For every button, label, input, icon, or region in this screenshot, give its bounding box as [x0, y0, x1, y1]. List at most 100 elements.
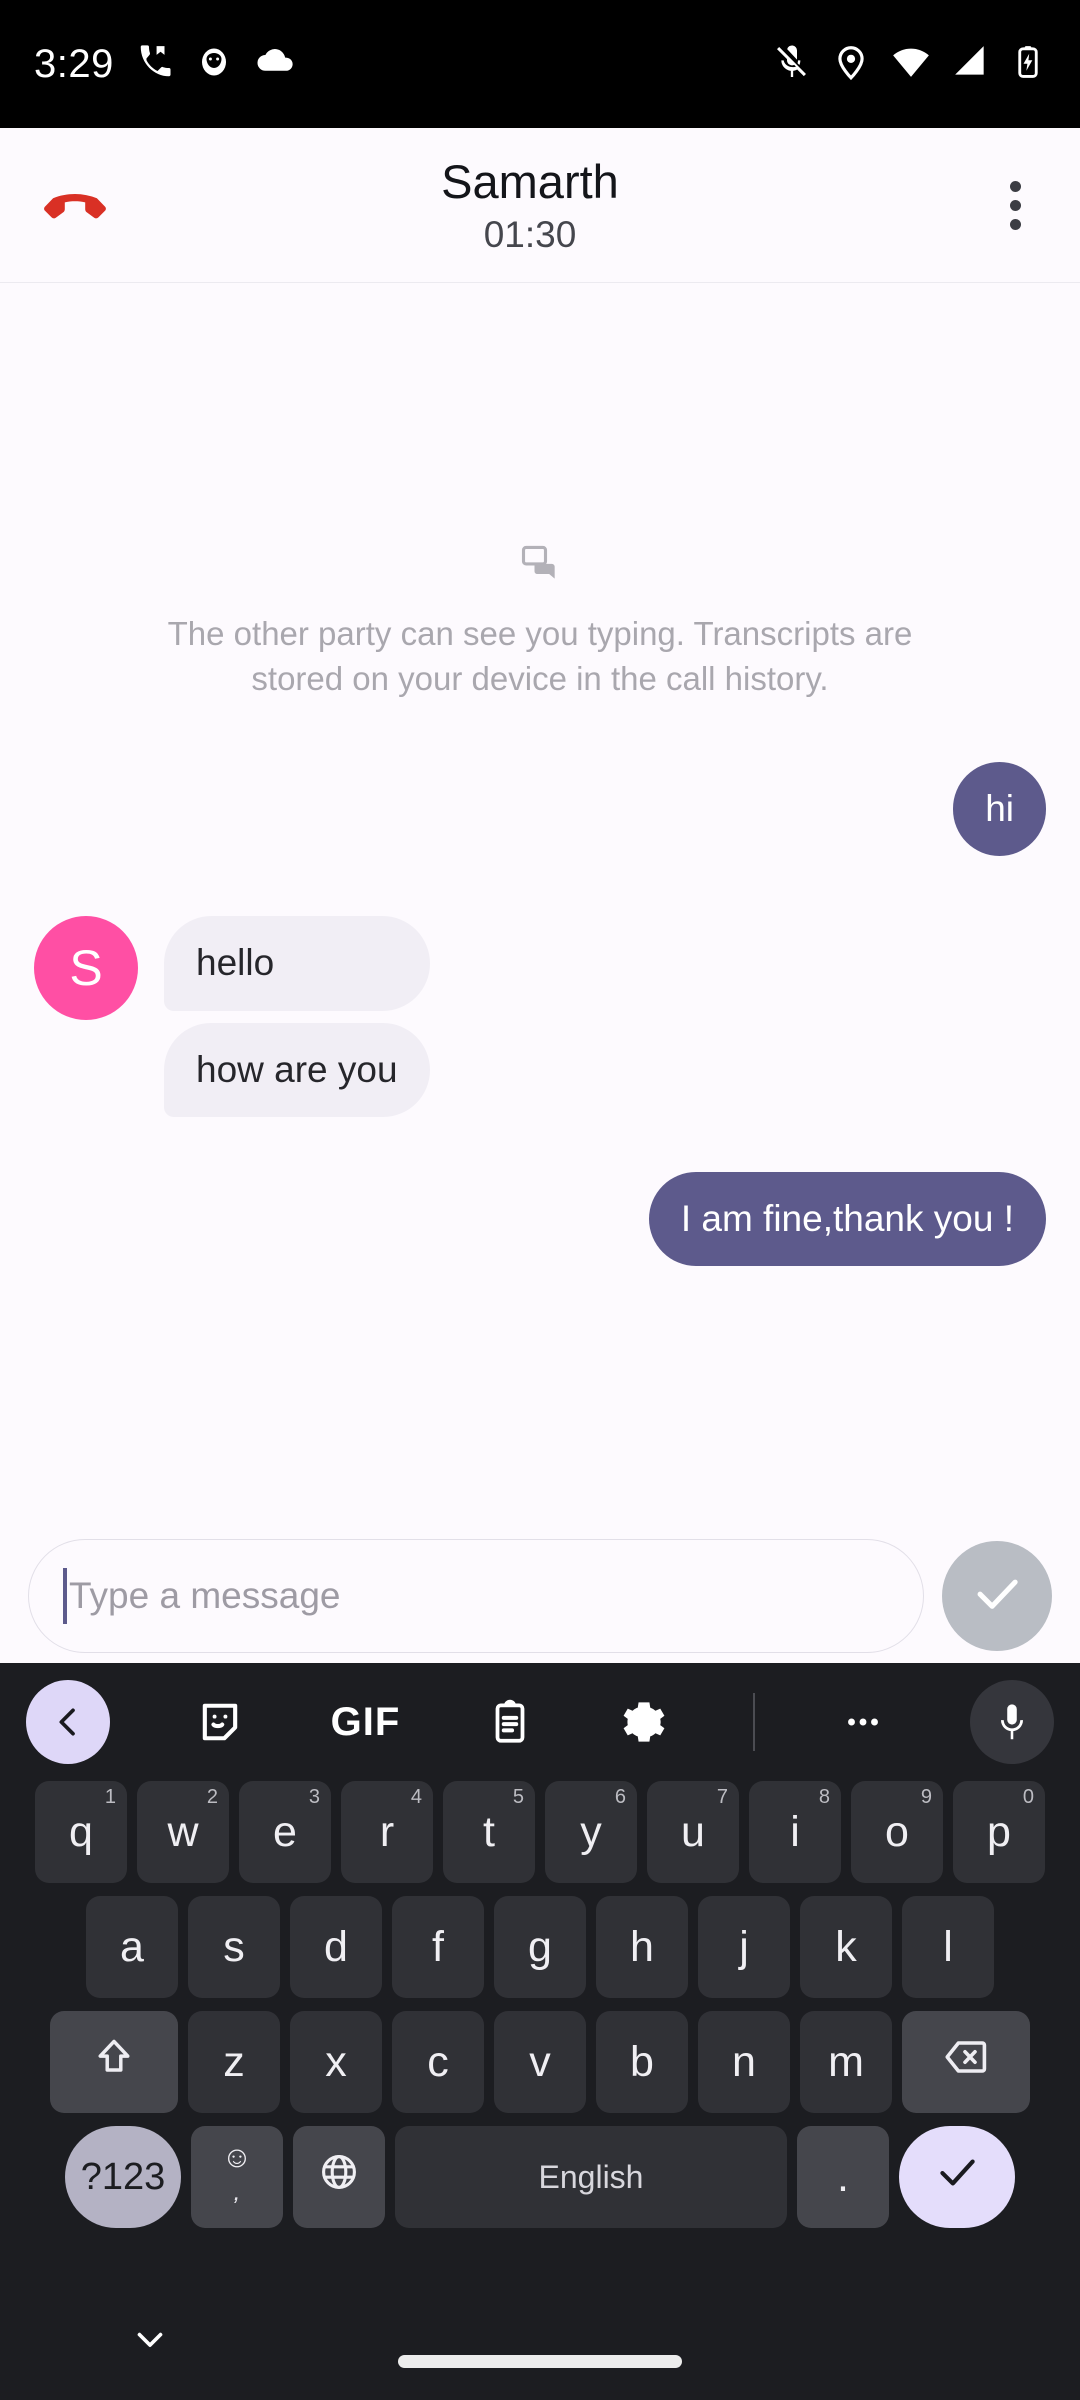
- key-e[interactable]: 3e: [239, 1781, 331, 1883]
- key-b[interactable]: b: [596, 2011, 688, 2113]
- message-row-outgoing: I am fine,thank you !: [0, 1171, 1080, 1267]
- key-v[interactable]: v: [494, 2011, 586, 2113]
- message-row-incoming: S hello how are you: [0, 916, 1080, 1117]
- emoji-comma-key[interactable]: ☺ ,: [191, 2126, 283, 2228]
- chat-bubbles-icon: [518, 541, 562, 590]
- overflow-dot: [1009, 218, 1021, 230]
- message-row-outgoing: hi: [0, 761, 1080, 857]
- key-l[interactable]: l: [902, 1896, 994, 1998]
- back-chevron-icon[interactable]: [26, 1680, 110, 1764]
- hide-keyboard-button[interactable]: [0, 2318, 300, 2365]
- keyboard-row-4: ?123 ☺ , English .: [0, 2126, 1080, 2228]
- navigation-bar: [0, 2282, 1080, 2400]
- key-number: 9: [920, 1786, 932, 1808]
- microphone-icon[interactable]: [969, 1680, 1054, 1764]
- call-header-center: Samarth 01:30: [110, 154, 950, 255]
- key-x[interactable]: x: [290, 2011, 382, 2113]
- overflow-dot: [1009, 199, 1021, 211]
- language-globe-key[interactable]: [293, 2126, 385, 2228]
- text-caret: [63, 1567, 67, 1624]
- key-number: 0: [1022, 1786, 1034, 1808]
- chat-transcript[interactable]: The other party can see you typing. Tran…: [0, 283, 1080, 1528]
- call-duration: 01:30: [483, 213, 577, 255]
- missed-call-icon: [136, 43, 174, 86]
- key-m[interactable]: m: [800, 2011, 892, 2113]
- key-label: i: [790, 1807, 800, 1856]
- settings-gear-icon[interactable]: [619, 1680, 669, 1764]
- key-c[interactable]: c: [392, 2011, 484, 2113]
- key-number: 8: [818, 1786, 830, 1808]
- key-label: q: [69, 1807, 93, 1856]
- space-key[interactable]: English: [395, 2126, 787, 2228]
- shift-arrow-icon: [92, 2035, 136, 2090]
- status-bar-left: 3:29: [34, 41, 296, 88]
- key-g[interactable]: g: [494, 1896, 586, 1998]
- sticker-icon[interactable]: [194, 1680, 246, 1764]
- transcript-notice-text: The other party can see you typing. Tran…: [167, 615, 913, 697]
- shift-key[interactable]: [50, 2011, 178, 2113]
- clipboard-icon[interactable]: [485, 1680, 535, 1764]
- key-s[interactable]: s: [188, 1896, 280, 1998]
- incoming-bubble-stack: hello how are you: [164, 916, 430, 1117]
- avatar: S: [34, 916, 138, 1021]
- more-options-button[interactable]: [950, 128, 1080, 283]
- message-list: hi S hello how are you I am fine,thank y…: [0, 761, 1080, 1267]
- key-a[interactable]: a: [86, 1896, 178, 1998]
- hangup-icon: [39, 167, 111, 244]
- key-t[interactable]: 5t: [443, 1781, 535, 1883]
- backspace-icon: [942, 2033, 990, 2092]
- key-number: 6: [614, 1786, 626, 1808]
- enter-key[interactable]: [899, 2126, 1015, 2228]
- key-number: 3: [308, 1786, 320, 1808]
- toolbar-divider: [753, 1693, 756, 1751]
- key-label: u: [681, 1807, 705, 1856]
- key-f[interactable]: f: [392, 1896, 484, 1998]
- key-o[interactable]: 9o: [851, 1781, 943, 1883]
- message-input[interactable]: Type a message: [28, 1538, 924, 1653]
- send-button[interactable]: [942, 1540, 1052, 1651]
- battery-charging-icon: [1010, 44, 1046, 85]
- key-label: t: [483, 1807, 495, 1856]
- key-k[interactable]: k: [800, 1896, 892, 1998]
- key-w[interactable]: 2w: [137, 1781, 229, 1883]
- key-number: 4: [410, 1786, 422, 1808]
- gif-icon[interactable]: GIF: [331, 1680, 401, 1764]
- key-d[interactable]: d: [290, 1896, 382, 1998]
- comma-label: ,: [233, 2179, 241, 2206]
- key-label: o: [885, 1807, 909, 1856]
- key-label: p: [987, 1807, 1011, 1856]
- message-composer: Type a message: [0, 1528, 1080, 1663]
- wifi-icon: [890, 41, 932, 88]
- key-j[interactable]: j: [698, 1896, 790, 1998]
- period-key[interactable]: .: [797, 2126, 889, 2228]
- key-number: 7: [716, 1786, 728, 1808]
- key-q[interactable]: 1q: [35, 1781, 127, 1883]
- location-icon: [832, 43, 870, 86]
- smiley-icon: ☺: [221, 2141, 253, 2174]
- key-r[interactable]: 4r: [341, 1781, 433, 1883]
- home-indicator[interactable]: [398, 2355, 682, 2368]
- key-z[interactable]: z: [188, 2011, 280, 2113]
- key-label: y: [580, 1807, 602, 1856]
- message-bubble-outgoing[interactable]: I am fine,thank you !: [648, 1171, 1046, 1267]
- keyboard-row-3: z x c v b n m: [0, 2011, 1080, 2113]
- key-number: 1: [104, 1786, 116, 1808]
- message-bubble-outgoing[interactable]: hi: [953, 761, 1046, 857]
- key-p[interactable]: 0p: [953, 1781, 1045, 1883]
- key-i[interactable]: 8i: [749, 1781, 841, 1883]
- overflow-dot: [1009, 180, 1021, 192]
- globe-icon: [317, 2150, 361, 2205]
- chevron-down-icon: [129, 2318, 171, 2365]
- overflow-dots-icon[interactable]: [840, 1680, 886, 1764]
- key-u[interactable]: 7u: [647, 1781, 739, 1883]
- backspace-key[interactable]: [902, 2011, 1030, 2113]
- message-bubble-incoming[interactable]: hello: [164, 916, 430, 1011]
- check-icon: [968, 1564, 1026, 1627]
- key-number: 5: [512, 1786, 524, 1808]
- message-bubble-incoming[interactable]: how are you: [164, 1022, 430, 1117]
- key-y[interactable]: 6y: [545, 1781, 637, 1883]
- cellular-signal-icon: [952, 43, 990, 86]
- symbols-key[interactable]: ?123: [65, 2126, 181, 2228]
- key-h[interactable]: h: [596, 1896, 688, 1998]
- key-n[interactable]: n: [698, 2011, 790, 2113]
